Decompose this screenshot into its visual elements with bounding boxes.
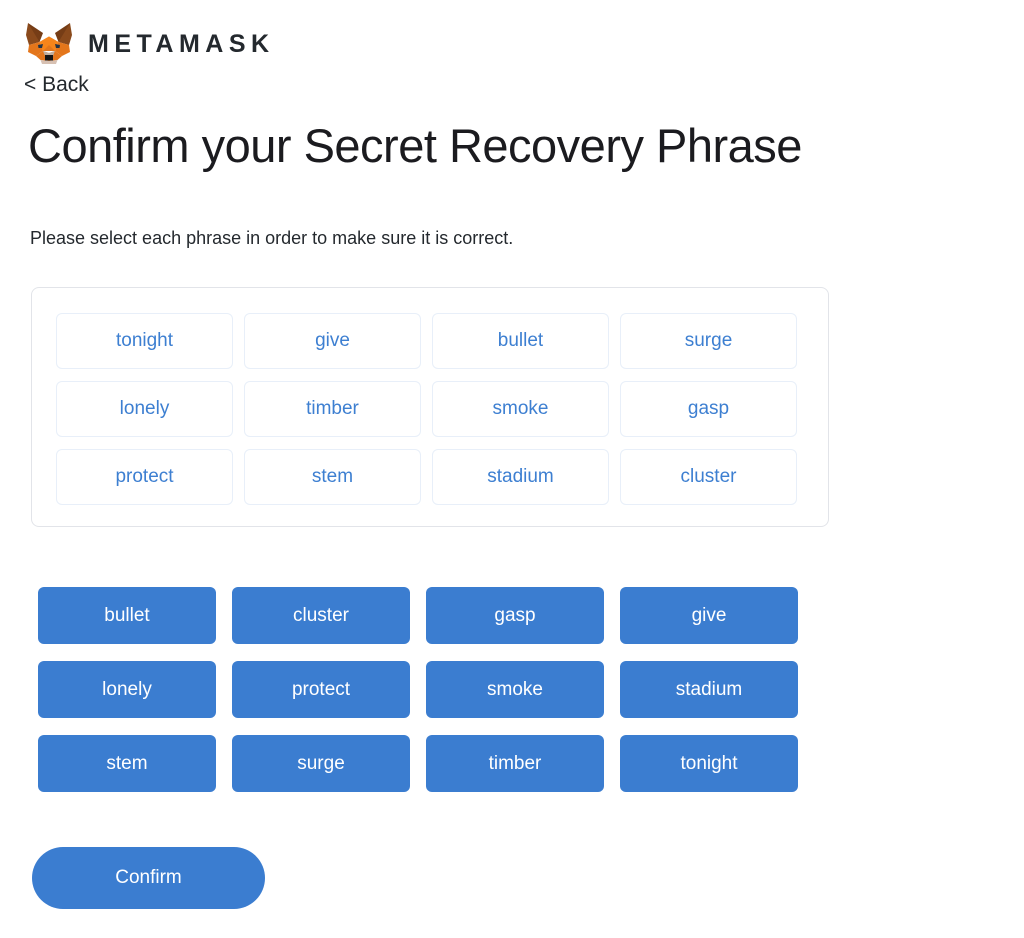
- word-bank-button[interactable]: timber: [426, 735, 604, 792]
- app-header: METAMASK < Back: [24, 18, 275, 97]
- confirm-button[interactable]: Confirm: [32, 847, 265, 909]
- selected-phrase-chip[interactable]: smoke: [432, 381, 609, 437]
- word-bank-button[interactable]: cluster: [232, 587, 410, 644]
- page-subtitle: Please select each phrase in order to ma…: [30, 228, 514, 248]
- selected-phrase-chip[interactable]: stem: [244, 449, 421, 505]
- word-bank-button[interactable]: stem: [38, 735, 216, 792]
- brand-row: METAMASK: [24, 18, 275, 70]
- selected-phrase-chip[interactable]: cluster: [620, 449, 797, 505]
- selected-phrase-chip[interactable]: bullet: [432, 313, 609, 369]
- selected-phrase-grid: tonight give bullet surge lonely timber …: [56, 313, 806, 505]
- page-title: Confirm your Secret Recovery Phrase: [28, 119, 802, 172]
- selected-phrase-chip[interactable]: tonight: [56, 313, 233, 369]
- word-bank-button[interactable]: bullet: [38, 587, 216, 644]
- word-bank-button[interactable]: gasp: [426, 587, 604, 644]
- word-bank-button[interactable]: lonely: [38, 661, 216, 718]
- selected-phrase-panel: tonight give bullet surge lonely timber …: [31, 287, 829, 527]
- selected-phrase-chip[interactable]: give: [244, 313, 421, 369]
- word-bank-button[interactable]: give: [620, 587, 798, 644]
- word-bank-button[interactable]: protect: [232, 661, 410, 718]
- word-bank-button[interactable]: smoke: [426, 661, 604, 718]
- selected-phrase-chip[interactable]: surge: [620, 313, 797, 369]
- metamask-wordmark: METAMASK: [88, 29, 275, 58]
- word-bank-button[interactable]: stadium: [620, 661, 798, 718]
- word-bank-button[interactable]: tonight: [620, 735, 798, 792]
- word-bank-grid: bullet cluster gasp give lonely protect …: [38, 587, 800, 792]
- selected-phrase-chip[interactable]: gasp: [620, 381, 797, 437]
- word-bank-button[interactable]: surge: [232, 735, 410, 792]
- selected-phrase-chip[interactable]: stadium: [432, 449, 609, 505]
- selected-phrase-chip[interactable]: lonely: [56, 381, 233, 437]
- metamask-fox-icon: [26, 23, 72, 64]
- selected-phrase-chip[interactable]: timber: [244, 381, 421, 437]
- selected-phrase-chip[interactable]: protect: [56, 449, 233, 505]
- back-link[interactable]: < Back: [24, 72, 89, 97]
